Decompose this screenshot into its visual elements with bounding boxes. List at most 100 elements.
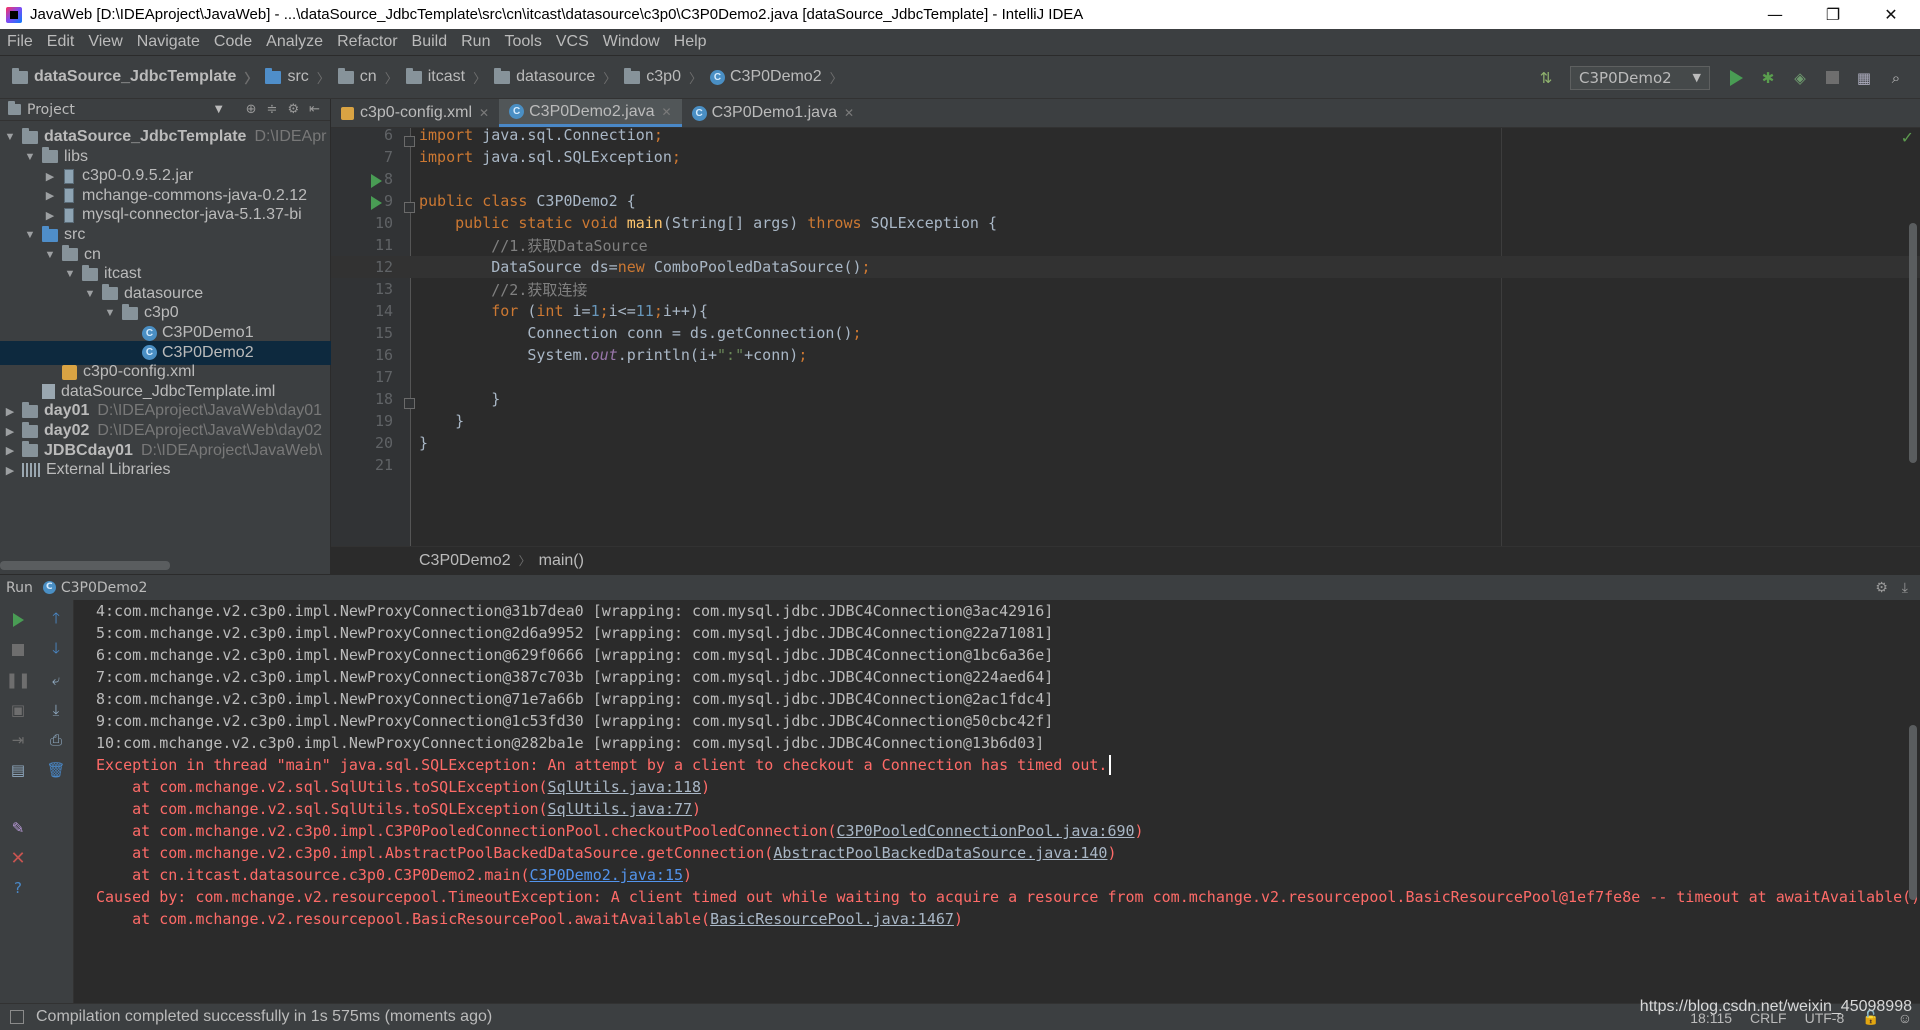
menu-code[interactable]: Code [214, 33, 252, 51]
project-view-select[interactable]: Project [27, 102, 75, 118]
rerun-icon[interactable] [8, 610, 28, 630]
locate-icon[interactable]: ⊕ [246, 102, 257, 117]
code-line[interactable]: 13 //2.获取连接 [331, 278, 1920, 300]
hide-panel-icon[interactable]: ⇤ [309, 102, 320, 117]
code-editor[interactable]: 6 import java.sql.Connection; 7 import java… [331, 128, 1920, 546]
fold-marker-icon[interactable] [404, 398, 415, 409]
expanded-arrow-icon[interactable]: ▼ [104, 307, 116, 319]
nav-crumb-datasource[interactable]: datasource 〉 [494, 67, 616, 87]
collapsed-arrow-icon[interactable]: ▶ [44, 170, 56, 183]
menu-window[interactable]: Window [603, 33, 660, 51]
menu-refactor[interactable]: Refactor [337, 33, 397, 51]
code-line[interactable]: 11 //1.获取DataSource [331, 234, 1920, 256]
expanded-arrow-icon[interactable]: ▼ [24, 151, 36, 163]
collapsed-arrow-icon[interactable]: ▶ [44, 189, 56, 202]
expanded-arrow-icon[interactable]: ▼ [44, 249, 56, 261]
stacktrace-link[interactable]: AbstractPoolBackedDataSource.java:140 [773, 844, 1107, 862]
stacktrace-link[interactable]: SqlUtils.java:118 [548, 778, 702, 796]
menu-run[interactable]: Run [461, 33, 490, 51]
run-tab[interactable]: C C3P0Demo2 [42, 580, 147, 596]
soft-wrap-icon[interactable]: ⤶ [46, 670, 66, 690]
code-line[interactable]: 8 [331, 168, 1920, 190]
tab-c3p0demo2-java[interactable]: C C3P0Demo2.java ✕ [499, 99, 682, 127]
restore-layout-icon[interactable]: ▣ [8, 700, 28, 720]
code-line[interactable]: 21 [331, 454, 1920, 476]
code-line[interactable]: 7 import java.sql.SQLException; [331, 146, 1920, 168]
tool-windows-icon[interactable] [10, 1010, 24, 1024]
stacktrace-link[interactable]: SqlUtils.java:77 [548, 800, 693, 818]
tab-c3p0-config-xml[interactable]: c3p0-config.xml ✕ [331, 99, 499, 127]
expanded-arrow-icon[interactable]: ▼ [4, 131, 16, 143]
run-configuration-select[interactable]: C3P0Demo2 ▼ [1570, 65, 1710, 90]
code-line[interactable]: 14 for (int i=1;i<=11;i++){ [331, 300, 1920, 322]
editor-scrollbar[interactable] [1909, 223, 1917, 463]
help-icon[interactable]: ? [8, 878, 28, 898]
tree-item[interactable]: ▶ External Libraries [0, 458, 331, 482]
nav-crumb-src[interactable]: src 〉 [265, 67, 330, 87]
menu-navigate[interactable]: Navigate [137, 33, 200, 51]
menu-view[interactable]: View [88, 33, 122, 51]
scroll-up-icon[interactable]: 🡑 [46, 609, 66, 630]
close-icon[interactable]: ✕ [662, 105, 672, 119]
gear-icon[interactable]: ⚙ [287, 102, 299, 117]
code-line[interactable]: 10 public static void main(String[] args… [331, 212, 1920, 234]
clear-all-icon[interactable]: 🗑 [46, 760, 66, 780]
gear-icon[interactable]: ⚙ [1875, 580, 1888, 596]
code-line[interactable]: 6 import java.sql.Connection; [331, 128, 1920, 146]
collapsed-arrow-icon[interactable]: ▶ [4, 444, 16, 457]
code-line[interactable]: 18 } [331, 388, 1920, 410]
menu-build[interactable]: Build [412, 33, 448, 51]
collapsed-arrow-icon[interactable]: ▶ [44, 209, 56, 222]
tab-c3p0demo1-java[interactable]: C C3P0Demo1.java ✕ [682, 99, 864, 127]
code-line[interactable]: 12 DataSource ds=new ComboPooledDataSour… [331, 256, 1920, 278]
scroll-to-end-icon[interactable]: ⤓ [46, 700, 66, 720]
print-icon[interactable]: ⎙ [46, 730, 66, 750]
nav-crumb-itcast[interactable]: itcast 〉 [405, 67, 486, 87]
collapse-all-icon[interactable]: ≑ [267, 102, 278, 117]
chevron-down-icon[interactable]: ▼ [215, 104, 223, 115]
close-icon[interactable]: ✕ [844, 106, 854, 120]
close-icon[interactable]: ✕ [8, 848, 28, 869]
menu-help[interactable]: Help [674, 33, 707, 51]
pause-icon[interactable]: ❚❚ [5, 670, 30, 690]
nav-crumb-c3p0[interactable]: c3p0 〉 [624, 67, 702, 87]
code-line[interactable]: 9 public class C3P0Demo2 { [331, 190, 1920, 212]
scroll-down-icon[interactable]: 🡓 [46, 639, 66, 660]
stacktrace-link[interactable]: BasicResourcePool.java:1467 [710, 910, 954, 928]
horizontal-scrollbar[interactable] [0, 561, 170, 570]
code-line[interactable]: 16 System.out.println(i+":"+conn); [331, 344, 1920, 366]
expanded-arrow-icon[interactable]: ▼ [64, 268, 76, 280]
fold-marker-icon[interactable] [404, 202, 415, 213]
expanded-arrow-icon[interactable]: ▼ [84, 288, 96, 300]
nav-crumb-module[interactable]: dataSource_JdbcTemplate 〉 [12, 67, 257, 87]
run-button[interactable] [1724, 66, 1748, 90]
menu-edit[interactable]: Edit [47, 33, 75, 51]
search-everywhere-button[interactable]: ⌕ [1884, 66, 1908, 90]
restore-button[interactable]: ❐ [1804, 0, 1862, 29]
stop-button[interactable] [1820, 66, 1844, 90]
collapsed-arrow-icon[interactable]: ▶ [4, 425, 16, 438]
stop-icon[interactable] [8, 640, 28, 660]
debug-button[interactable]: ✱ [1756, 66, 1780, 90]
layout-icon[interactable]: ▤ [8, 760, 28, 780]
nav-crumb-cn[interactable]: cn 〉 [337, 67, 398, 87]
console-output[interactable]: 4:com.mchange.v2.c3p0.impl.NewProxyConne… [74, 600, 1920, 1003]
close-icon[interactable]: ✕ [479, 106, 489, 120]
stacktrace-link[interactable]: C3P0PooledConnectionPool.java:690 [837, 822, 1135, 840]
menu-file[interactable]: File [7, 33, 33, 51]
code-line[interactable]: 19 } [331, 410, 1920, 432]
expanded-arrow-icon[interactable]: ▼ [24, 229, 36, 241]
menu-tools[interactable]: Tools [504, 33, 541, 51]
collapsed-arrow-icon[interactable]: ▶ [4, 405, 16, 418]
run-main-gutter-icon[interactable] [371, 196, 382, 210]
breadcrumb-method[interactable]: main() [539, 552, 584, 570]
code-line[interactable]: 20} [331, 432, 1920, 454]
coverage-button[interactable]: ◈ [1788, 66, 1812, 90]
console-scrollbar[interactable] [1909, 725, 1917, 900]
breadcrumb-class[interactable]: C3P0Demo2 [419, 552, 511, 570]
stacktrace-link[interactable]: C3P0Demo2.java:15 [529, 866, 683, 884]
pin-icon[interactable]: ✎ [8, 818, 28, 838]
collapsed-arrow-icon[interactable]: ▶ [4, 464, 16, 477]
menu-analyze[interactable]: Analyze [266, 33, 323, 51]
fold-marker-icon[interactable] [404, 136, 415, 147]
